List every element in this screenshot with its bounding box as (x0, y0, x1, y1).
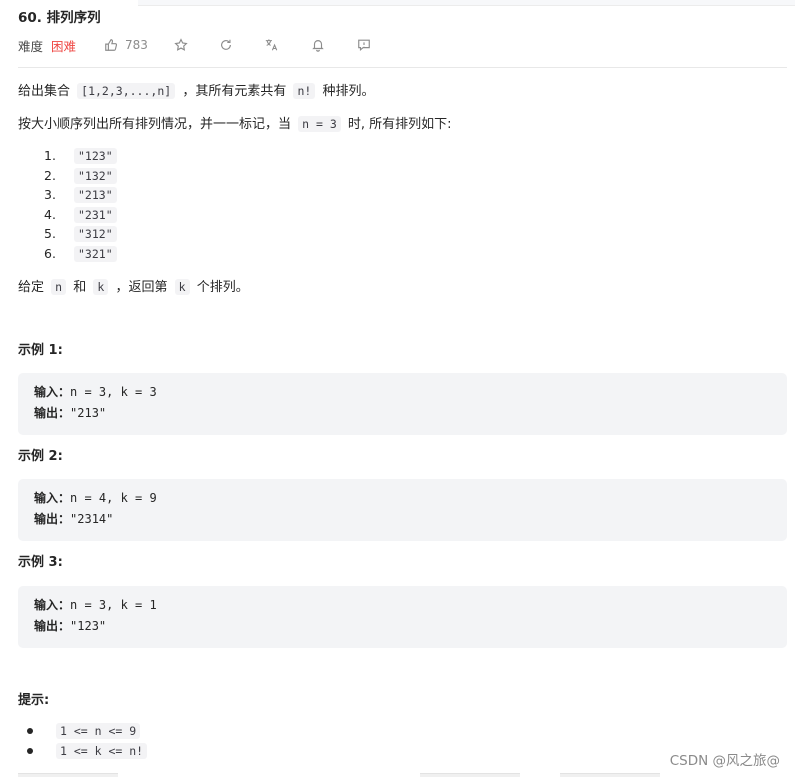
translate-icon[interactable] (264, 37, 280, 53)
difficulty-badge: 困难 (51, 38, 77, 54)
description-paragraph-1: 给出集合 [1,2,3,...,n] ，其所有元素共有 n! 种排列。 (18, 81, 374, 102)
list-number: 2. (44, 167, 56, 183)
feedback-icon[interactable] (356, 37, 372, 53)
inline-code: "213" (74, 187, 117, 204)
problem-title: 60. 排列序列 (18, 10, 101, 26)
hints-title: 提示: (18, 693, 50, 708)
text: ，其所有元素共有 (182, 84, 287, 99)
input-label: 输入： (34, 491, 71, 505)
list-item: 5. "312" (18, 224, 120, 244)
description-paragraph-3: 给定 n 和 k ，返回第 k 个排列。 (18, 277, 249, 298)
inline-code: 1 <= n <= 9 (56, 723, 141, 739)
output-value: "2314" (70, 512, 114, 526)
list-item: 1 <= k <= n! (18, 741, 150, 761)
star-icon[interactable] (173, 37, 189, 53)
list-number: 5. (44, 226, 56, 242)
list-item: 4. "231" (18, 205, 120, 225)
inline-code: "312" (74, 226, 117, 243)
hints-list: 1 <= n <= 9 1 <= k <= n! (18, 721, 150, 761)
inline-code: n = 3 (298, 116, 341, 132)
text: ，返回第 (115, 280, 168, 295)
refresh-icon[interactable] (218, 37, 234, 53)
output-label: 输出： (34, 406, 71, 420)
text: 给定 (18, 280, 45, 295)
difficulty-label: 难度 (18, 38, 44, 54)
inline-code: "321" (74, 245, 117, 262)
header-divider (18, 67, 787, 68)
list-item: 6. "321" (18, 244, 120, 264)
example-3-block: 输入：n = 3, k = 1 输出："123" (18, 586, 787, 648)
inline-code: k (93, 279, 109, 295)
list-number: 3. (44, 187, 56, 203)
list-item: 1. "123" (18, 146, 120, 166)
text: 时, 所有排列如下: (347, 117, 452, 132)
input-label: 输入： (34, 598, 71, 612)
inline-code: "123" (74, 148, 117, 164)
csdn-watermark: CSDN @风之旅@ (669, 753, 780, 769)
top-tab-strip (138, 0, 795, 6)
inline-code: n! (293, 83, 316, 99)
problem-meta-bar: 难度 困难 783 (18, 35, 372, 55)
input-value: n = 3, k = 3 (70, 385, 157, 399)
example-3-title: 示例 3: (18, 555, 63, 570)
thumbs-up-icon[interactable] (103, 37, 119, 53)
output-value: "123" (70, 619, 107, 633)
example-1-title: 示例 1: (18, 343, 63, 358)
inline-code: n (51, 279, 67, 295)
list-number: 6. (44, 245, 56, 261)
permutation-list: 1. "123" 2. "132" 3. "213" 4. "231" 5. "312" … (18, 146, 120, 264)
example-output-line: 输出："2314" (34, 509, 113, 529)
bottom-tab-bar (0, 771, 795, 777)
text: 种排列。 (322, 84, 375, 99)
bottom-tab[interactable] (18, 773, 118, 777)
inline-code: "132" (74, 167, 117, 184)
output-label: 输出： (34, 619, 71, 633)
bottom-tab[interactable] (420, 773, 520, 777)
example-input-line: 输入：n = 3, k = 1 (34, 595, 157, 615)
list-item: 1 <= n <= 9 (18, 721, 150, 741)
example-2-block: 输入：n = 4, k = 9 输出："2314" (18, 479, 787, 541)
text: 给出集合 (18, 84, 71, 99)
inline-code: k (174, 279, 190, 295)
example-output-line: 输出："123" (34, 616, 106, 636)
example-output-line: 输出："213" (34, 403, 106, 423)
text: 按大小顺序列出所有排列情况，并一一标记，当 (18, 117, 292, 132)
text: 和 (73, 280, 87, 295)
text: 个排列。 (196, 280, 249, 295)
example-input-line: 输入：n = 3, k = 3 (34, 382, 157, 402)
like-count: 783 (125, 38, 148, 52)
inline-code: "231" (74, 206, 117, 223)
list-number: 1. (44, 148, 56, 163)
inline-code: [1,2,3,...,n] (77, 83, 176, 99)
inline-code: 1 <= k <= n! (56, 743, 148, 759)
bottom-tab[interactable] (560, 773, 660, 777)
input-label: 输入： (34, 385, 71, 399)
list-item: 2. "132" (18, 166, 120, 186)
description-paragraph-2: 按大小顺序列出所有排列情况，并一一标记，当 n = 3 时, 所有排列如下: (18, 114, 452, 135)
output-value: "213" (70, 406, 107, 420)
bell-icon[interactable] (310, 37, 326, 53)
example-1-block: 输入：n = 3, k = 3 输出："213" (18, 373, 787, 435)
output-label: 输出： (34, 512, 71, 526)
input-value: n = 3, k = 1 (70, 598, 157, 612)
example-input-line: 输入：n = 4, k = 9 (34, 488, 157, 508)
example-2-title: 示例 2: (18, 449, 63, 464)
list-number: 4. (44, 206, 56, 222)
input-value: n = 4, k = 9 (70, 491, 157, 505)
top-tab-bar (0, 0, 795, 6)
list-item: 3. "213" (18, 185, 120, 205)
